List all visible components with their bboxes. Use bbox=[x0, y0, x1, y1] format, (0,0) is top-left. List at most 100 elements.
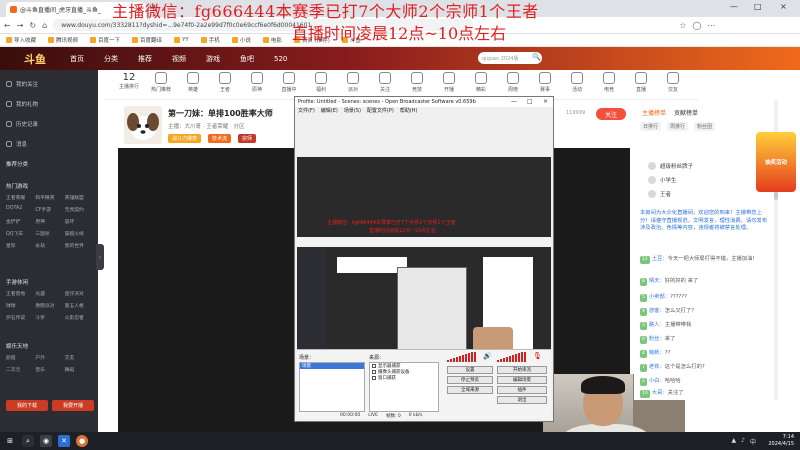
nav-520[interactable]: 520 bbox=[274, 55, 287, 63]
nav-video[interactable]: 视频 bbox=[172, 54, 186, 64]
sidebar-game-link[interactable]: 二次元 bbox=[6, 366, 35, 373]
bookmark-item[interactable]: YY bbox=[174, 37, 189, 43]
ime-icon[interactable]: 中 bbox=[750, 437, 756, 446]
sidebar-game-link[interactable]: 无畏契约 bbox=[65, 206, 94, 213]
follow-button[interactable]: 关注 bbox=[596, 108, 626, 120]
category-item[interactable]: 热门推荐 bbox=[144, 72, 178, 93]
category-item[interactable]: 直播中 bbox=[272, 72, 306, 93]
category-item[interactable]: 王者 bbox=[208, 72, 242, 93]
sidebar-game-link[interactable]: 英雄联盟 bbox=[65, 194, 94, 201]
sidebar-game-link[interactable]: 我的世界 bbox=[65, 242, 94, 249]
sidebar-item-gifts[interactable]: 我的礼物 bbox=[6, 98, 94, 110]
douyu-logo[interactable]: 斗鱼 bbox=[0, 47, 70, 70]
obs-start-stream-button[interactable]: 开始串流 bbox=[497, 366, 547, 374]
sidebar-game-link[interactable]: 炉石传说 bbox=[6, 314, 35, 321]
nav-fishbar[interactable]: 鱼吧 bbox=[240, 54, 254, 64]
obs-minimize-button[interactable]: — bbox=[511, 98, 517, 105]
obs-menu-edit[interactable]: 编辑(E) bbox=[321, 107, 338, 116]
category-item[interactable]: 竞技 bbox=[400, 72, 434, 93]
sidebar-game-link[interactable]: 和平精英 bbox=[35, 194, 64, 201]
obs-menu-scene[interactable]: 场景(S) bbox=[344, 107, 361, 116]
sidebar-item-history[interactable]: 历史记录 bbox=[6, 118, 94, 130]
checkbox-icon[interactable] bbox=[372, 370, 376, 374]
sidebar-game-link[interactable]: 第五人格 bbox=[65, 302, 94, 309]
category-item[interactable]: 开播 bbox=[432, 72, 466, 93]
streamer-avatar[interactable] bbox=[124, 106, 162, 144]
sidebar-item-messages[interactable]: 消息 bbox=[6, 138, 94, 150]
bookmark-item[interactable]: 手机 bbox=[200, 36, 220, 44]
speaker-icon[interactable]: 🔊 bbox=[483, 352, 492, 360]
nav-home[interactable]: 首页 bbox=[70, 54, 84, 64]
obs-stop-preview-button[interactable]: 停止预览 bbox=[447, 376, 493, 384]
download-button[interactable]: 我的下载 bbox=[6, 400, 48, 411]
windows-start-icon[interactable]: ⊞ bbox=[4, 435, 16, 447]
sidebar-game-link[interactable]: 火影忍者 bbox=[65, 314, 94, 321]
rank-weekly[interactable]: 周排行 bbox=[667, 122, 689, 131]
bookmark-item[interactable]: 导入收藏 bbox=[6, 36, 36, 44]
star-icon[interactable]: ☆ bbox=[679, 21, 686, 30]
nav-category[interactable]: 分类 bbox=[104, 54, 118, 64]
menu-icon[interactable]: ⋯ bbox=[707, 21, 715, 30]
scene-item[interactable]: 场景 bbox=[300, 363, 364, 369]
close-window-button[interactable]: × bbox=[780, 2, 787, 11]
sidebar-game-link[interactable]: 颜值 bbox=[6, 354, 35, 361]
bookmark-item[interactable]: 百度一下 bbox=[90, 36, 120, 44]
sidebar-game-link[interactable]: 香肠派对 bbox=[35, 302, 64, 309]
sidebar-game-link[interactable]: 原神 bbox=[35, 218, 64, 225]
rank-fans[interactable]: 粉丝团 bbox=[694, 122, 716, 131]
go-live-button[interactable]: 我要开播 bbox=[52, 400, 94, 411]
app-taskbar-icon[interactable]: ✕ bbox=[58, 435, 70, 447]
back-icon[interactable]: ← bbox=[4, 21, 11, 30]
sidebar-game-link[interactable]: 王者营地 bbox=[6, 290, 35, 297]
obs-settings-button[interactable]: 设置 bbox=[447, 366, 493, 374]
tab-anchor-rank[interactable]: 主播榜单 bbox=[642, 108, 666, 117]
obs-menu-profile[interactable]: 配置文件(P) bbox=[367, 107, 394, 116]
obs-close-button[interactable]: × bbox=[543, 98, 548, 105]
promo-banner[interactable]: 抽奖活动 bbox=[756, 132, 796, 192]
category-item[interactable]: 派对 bbox=[336, 72, 370, 93]
sidebar-game-link[interactable]: 金铲铲 bbox=[6, 218, 35, 225]
tab-contribution-rank[interactable]: 贡献榜单 bbox=[674, 108, 698, 117]
sidebar-game-link[interactable]: DOTA2 bbox=[6, 206, 35, 213]
sidebar-game-link[interactable]: 三国杀 bbox=[35, 230, 64, 237]
category-item[interactable]: 精彩 bbox=[464, 72, 498, 93]
source-item[interactable]: 窗口捕获 bbox=[370, 375, 438, 381]
bookmark-item[interactable]: 腾讯视频 bbox=[48, 36, 78, 44]
sidebar-game-link[interactable]: 舞蹈 bbox=[65, 366, 94, 373]
profile-icon[interactable]: ◯ bbox=[692, 21, 701, 30]
obs-plugins-button[interactable]: 插件 bbox=[497, 386, 547, 394]
obs-global-sources-button[interactable]: 全域来源 bbox=[447, 386, 493, 394]
category-item[interactable]: 原神 bbox=[240, 72, 274, 93]
sidebar-game-link[interactable]: 交友 bbox=[65, 354, 94, 361]
sidebar-game-link[interactable]: 光遇 bbox=[35, 290, 64, 297]
category-item[interactable]: 直播 bbox=[624, 72, 658, 93]
sidebar-game-link[interactable]: 音乐 bbox=[35, 366, 64, 373]
fan-rank-item[interactable]: 超级粉丝牌子 bbox=[648, 162, 693, 170]
sidebar-collapse-button[interactable]: ‹ bbox=[96, 244, 104, 270]
obs-edit-scene-button[interactable]: 编辑场景 bbox=[497, 376, 547, 384]
bookmark-item[interactable]: 小说 bbox=[231, 36, 251, 44]
room-tag[interactable]: 宗师 bbox=[238, 134, 257, 143]
search-icon[interactable]: 🔍 bbox=[532, 53, 541, 61]
reload-icon[interactable]: ↻ bbox=[29, 21, 36, 30]
maximize-button[interactable]: □ bbox=[754, 2, 762, 11]
room-tag[interactable]: 技术流 bbox=[208, 134, 232, 143]
sidebar-game-link[interactable]: 蛋仔派对 bbox=[65, 290, 94, 297]
sidebar-game-link[interactable]: 永劫 bbox=[35, 242, 64, 249]
nav-games[interactable]: 游戏 bbox=[206, 54, 220, 64]
fan-rank-item[interactable]: 小学生 bbox=[648, 176, 677, 184]
volume-icon[interactable]: ♪ bbox=[741, 437, 745, 446]
category-item[interactable]: 电竞 bbox=[592, 72, 626, 93]
category-item[interactable]: 赛事 bbox=[528, 72, 562, 93]
obs-maximize-button[interactable]: □ bbox=[527, 98, 533, 105]
checkbox-icon[interactable] bbox=[372, 376, 376, 380]
category-item[interactable]: 交友 bbox=[656, 72, 690, 93]
rank-daily[interactable]: 日排行 bbox=[640, 122, 662, 131]
category-item[interactable]: 关注 bbox=[368, 72, 402, 93]
obs-menu-file[interactable]: 文件(F) bbox=[298, 107, 315, 116]
search-icon[interactable]: ⌕ bbox=[22, 435, 34, 447]
category-rank[interactable]: 12 主播排行 bbox=[112, 72, 146, 90]
category-item[interactable]: 周榜 bbox=[496, 72, 530, 93]
sidebar-game-link[interactable]: 王者荣耀 bbox=[6, 194, 35, 201]
category-item[interactable]: 英雄 bbox=[176, 72, 210, 93]
